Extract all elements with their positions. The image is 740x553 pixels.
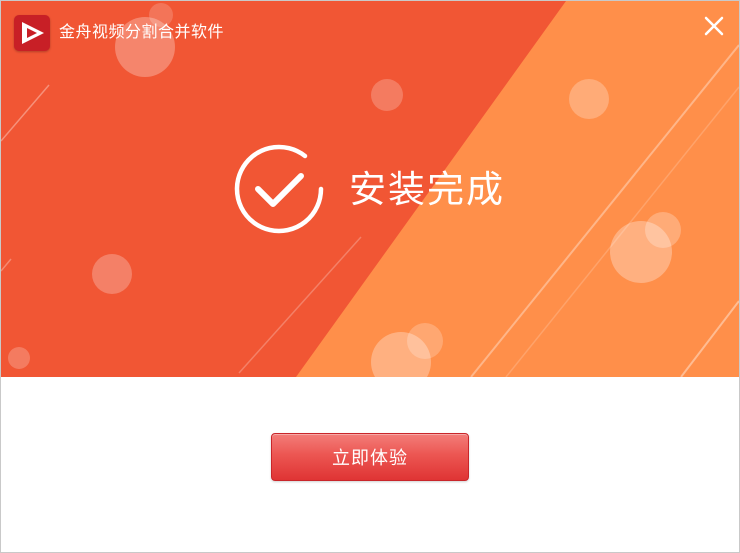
close-button[interactable] xyxy=(701,13,727,39)
header-banner: 金舟视频分割合并软件 安装完成 xyxy=(1,1,739,377)
install-status: 安装完成 xyxy=(231,141,531,241)
title-bar: 金舟视频分割合并软件 xyxy=(1,1,739,61)
close-icon xyxy=(704,16,724,36)
installer-window: 金舟视频分割合并软件 安装完成 立即体验 xyxy=(0,0,740,553)
app-title: 金舟视频分割合并软件 xyxy=(59,22,225,41)
play-triangle-logo-icon xyxy=(14,15,50,51)
start-now-button[interactable]: 立即体验 xyxy=(271,433,469,481)
check-circle-icon xyxy=(234,144,324,234)
status-text: 安装完成 xyxy=(349,168,505,211)
action-area: 立即体验 xyxy=(1,377,739,552)
